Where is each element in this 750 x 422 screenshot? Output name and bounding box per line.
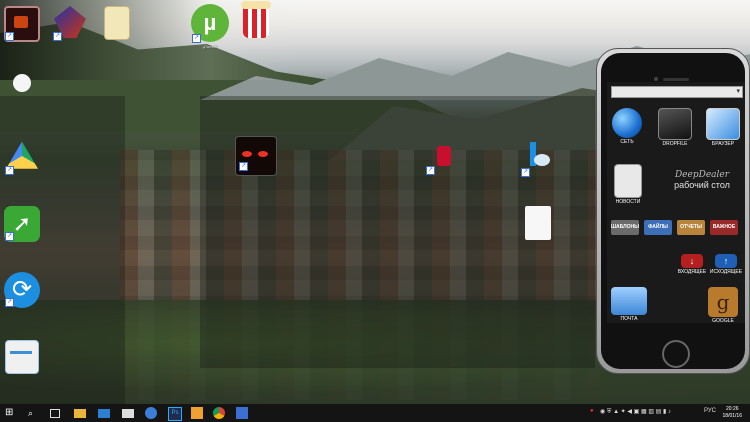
clock-time: 20:26 [726, 406, 739, 412]
clock[interactable]: 20:26 18/01/16 [723, 406, 742, 420]
photoshop-icon[interactable]: Ps [168, 407, 182, 421]
desktop-icon-label: µTorrent [202, 44, 218, 49]
phone-app-label: НОВОСТИ [615, 199, 641, 205]
phone-app-incoming[interactable]: ↓ ВХОДЯЩЕЕ [675, 254, 709, 275]
desktop-icon-google-drive[interactable]: ↗ [0, 140, 52, 175]
folder-label: ШАБЛОНЫ [611, 224, 640, 230]
save-icon[interactable] [236, 407, 248, 419]
phone-body: ▾ СЕТЬ DROPFILE БРАУЗЕР НОВОСТИ DeepDeal… [601, 53, 745, 369]
shortcut-arrow-icon: ↗ [521, 168, 530, 177]
shortcut-arrow-icon: ↗ [239, 162, 248, 171]
language-indicator[interactable]: РУС [704, 408, 716, 414]
news-icon [614, 164, 642, 198]
desktop-icon-red-eyes[interactable]: ↗ [226, 136, 286, 176]
phone-app-label: ПОЧТА [620, 316, 638, 322]
phone-app-label: ВХОДЯЩЕЕ [677, 269, 707, 275]
desktop-icon-green-app[interactable]: ➚ ↗ [0, 206, 52, 242]
shortcut-arrow-icon: ↗ [5, 232, 14, 241]
shortcut-arrow-icon: ↗ [5, 298, 14, 307]
shortcut-arrow-icon: ↗ [192, 34, 201, 43]
phone-app-dropfile[interactable]: DROPFILE [655, 108, 695, 147]
dropfile-icon [658, 108, 692, 140]
shortcut-arrow-icon: ↗ [5, 166, 14, 175]
monitor-icon[interactable] [98, 409, 110, 418]
folder-reports[interactable]: ОТЧЕТЫ [677, 220, 705, 235]
chrome-icon[interactable] [213, 407, 225, 419]
desktop-icon-document[interactable] [508, 206, 568, 240]
phone-widget: ▾ СЕТЬ DROPFILE БРАУЗЕР НОВОСТИ DeepDeal… [596, 48, 750, 374]
desktop-icon-white-app[interactable] [0, 74, 52, 92]
folder-label: ФАЙЛЫ [648, 224, 668, 230]
folder-label: ОТЧЕТЫ [680, 224, 702, 230]
white-box-icon [5, 340, 39, 374]
google-g-icon: g [708, 287, 738, 317]
media-icon[interactable] [122, 409, 134, 418]
phone-app-label: DROPFILE [662, 141, 688, 147]
incoming-arrow-icon: ↓ [681, 254, 703, 268]
search-icon[interactable]: ⌕ [28, 407, 40, 419]
folder-files[interactable]: ФАЙЛЫ [644, 220, 672, 235]
browser-globe-icon[interactable] [145, 407, 157, 419]
folder-label: ВАЖНОЕ [712, 224, 736, 230]
desktop-icon-app-3[interactable] [87, 6, 147, 40]
taskbar: ⊞ ⌕ Ps ● ◉ ⛨ ▲ ✦ ◀ ▣ ▦ ▥ ▤ ▮ ♪ РУС 20:26… [0, 404, 750, 422]
phone-app-outgoing[interactable]: ↑ ИСХОДЯЩЕЕ [709, 254, 743, 275]
file-explorer-icon[interactable] [74, 409, 86, 418]
shortcut-arrow-icon: ↗ [53, 32, 62, 41]
folder-important[interactable]: ВАЖНОЕ [710, 220, 738, 235]
white-blob-icon [13, 74, 31, 92]
document-icon [525, 206, 551, 240]
camera-icon [654, 77, 658, 81]
browser-icon [706, 108, 740, 140]
shortcut-arrow-icon: ↗ [5, 32, 14, 41]
phone-screen: ▾ СЕТЬ DROPFILE БРАУЗЕР НОВОСТИ DeepDeal… [607, 82, 745, 324]
phone-app-label: БРАУЗЕР [711, 141, 735, 147]
phone-app-browser[interactable]: БРАУЗЕР [703, 108, 743, 147]
desktop-icon-popcorn[interactable] [226, 1, 286, 38]
windows-start-icon[interactable]: ⊞ [5, 407, 17, 419]
notepad-icon [104, 6, 130, 40]
phone-app-label: GOOGLE [712, 318, 734, 324]
desktop-icon-box-app[interactable] [0, 340, 52, 374]
speaker-grille [663, 78, 689, 81]
desktop-icon-bing[interactable]: ↗ [508, 140, 568, 177]
phone-dropdown[interactable]: ▾ [611, 86, 743, 98]
phone-app-label: ИСХОДЯЩЕЕ [709, 269, 743, 275]
folder-templates[interactable]: ШАБЛОНЫ [611, 220, 639, 235]
shortcut-arrow-icon: ↗ [426, 166, 435, 175]
chevron-down-icon: ▾ [736, 88, 740, 95]
phone-app-network[interactable]: СЕТЬ [609, 108, 645, 145]
home-button[interactable] [662, 340, 690, 368]
clock-date: 18/01/16 [722, 413, 742, 419]
globe-icon [612, 108, 642, 138]
brand-subtitle: рабочий стол [674, 180, 730, 190]
phone-app-google[interactable]: g GOOGLE [703, 287, 743, 324]
tray-red-icon[interactable]: ● [590, 408, 594, 414]
phone-app-mail[interactable]: ПОЧТА [609, 287, 649, 322]
brand-name: DeepDealer [674, 170, 730, 180]
popcorn-icon [241, 1, 271, 38]
red-d-icon [437, 146, 451, 166]
deepdealer-logo: DeepDealer рабочий стол [659, 170, 745, 190]
phone-app-news[interactable]: НОВОСТИ [611, 164, 645, 205]
desktop-icon-red-d[interactable]: ↗ [414, 146, 474, 175]
desktop-icon-sync-app[interactable]: ⟳ ↗ [0, 272, 52, 308]
outgoing-arrow-icon: ↑ [715, 254, 737, 268]
tray-icons[interactable]: ◉ ⛨ ▲ ✦ ◀ ▣ ▦ ▥ ▤ ▮ ♪ [600, 408, 671, 416]
phone-app-label: СЕТЬ [620, 139, 634, 145]
mail-folder-icon [611, 287, 647, 315]
player-icon[interactable] [191, 407, 203, 419]
task-view-icon[interactable] [50, 409, 60, 418]
